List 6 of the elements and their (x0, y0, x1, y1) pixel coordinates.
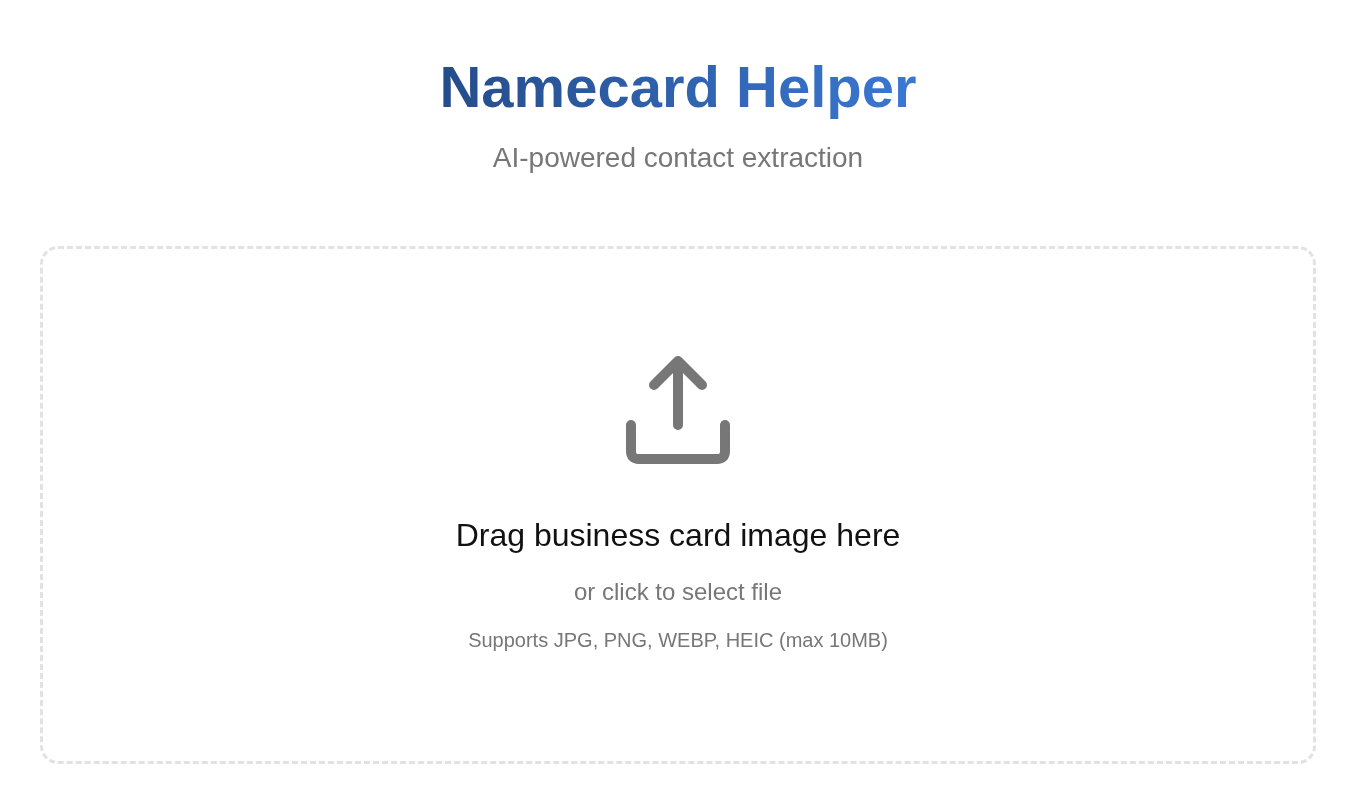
select-file-text: or click to select file (573, 577, 783, 607)
upload-icon (623, 355, 733, 465)
upload-dropzone[interactable]: Drag business card image here or click to select file Supports JPG, PNG, WEBP, HEIC (max 10MB) (40, 246, 1316, 764)
supported-formats-text: Supports JPG, PNG, WEBP, HEIC (max 10MB) (468, 628, 888, 653)
dropzone-heading: Drag business card image here (455, 516, 901, 555)
app-subtitle: AI-powered contact extraction (492, 141, 864, 175)
